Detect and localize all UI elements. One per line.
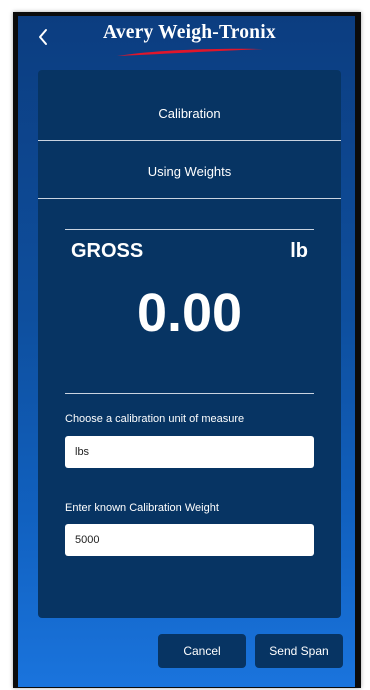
chevron-left-icon [39,29,47,45]
calibration-panel: Calibration Using Weights GROSS lb 0.00 … [38,70,341,618]
weight-reading: 0.00 [136,283,243,343]
calibration-weight-input[interactable] [65,524,314,556]
weight-field-label: Enter known Calibration Weight [65,502,219,514]
weight-mode-label: GROSS [71,240,144,262]
back-button[interactable] [36,26,56,50]
divider [38,198,341,199]
weight-unit-label: lb [290,240,308,262]
logo-text: Avery Weigh-Tronix [103,22,276,43]
unit-select[interactable] [65,436,314,468]
display-top-divider [65,229,314,230]
app-screen: Avery Weigh-Tronix Calibration Using Wei… [18,16,355,687]
panel-subtitle: Using Weights [147,164,232,179]
top-bar: Avery Weigh-Tronix [18,16,355,70]
unit-field-label: Choose a calibration unit of measure [65,413,245,425]
cancel-button[interactable]: Cancel [158,634,246,668]
brand-logo: Avery Weigh-Tronix [103,22,283,66]
logo-swoosh-icon [117,48,263,56]
panel-title: Calibration [158,106,221,121]
display-bottom-divider [65,393,314,394]
divider [38,140,341,141]
send-span-button[interactable]: Send Span [255,634,343,668]
